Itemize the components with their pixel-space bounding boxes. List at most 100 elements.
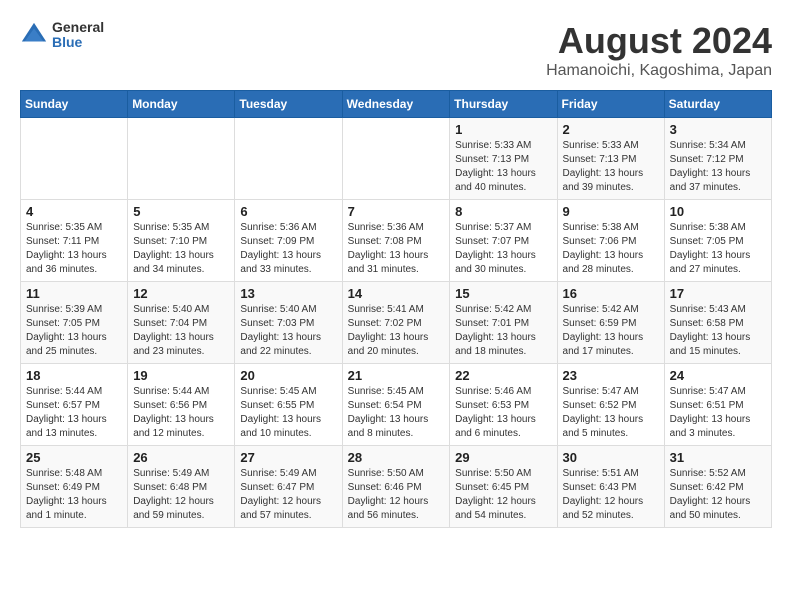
- day-number: 3: [670, 122, 766, 137]
- day-info: Sunrise: 5:36 AM Sunset: 7:09 PM Dayligh…: [240, 221, 336, 277]
- day-number: 15: [455, 286, 551, 301]
- calendar-cell: 11 Sunrise: 5:39 AM Sunset: 7:05 PM Dayli…: [21, 282, 128, 364]
- header-row: SundayMondayTuesdayWednesdayThursdayFrid…: [21, 91, 772, 118]
- day-info: Sunrise: 5:38 AM Sunset: 7:05 PM Dayligh…: [670, 221, 766, 277]
- logo-text: General Blue: [52, 20, 104, 51]
- day-number: 21: [348, 368, 445, 383]
- day-number: 23: [563, 368, 659, 383]
- day-header: Saturday: [664, 91, 771, 118]
- calendar-week: 4 Sunrise: 5:35 AM Sunset: 7:11 PM Daylig…: [21, 200, 772, 282]
- day-header: Thursday: [450, 91, 557, 118]
- day-number: 30: [563, 450, 659, 465]
- logo-general-text: General: [52, 20, 104, 35]
- calendar-cell: 26 Sunrise: 5:49 AM Sunset: 6:48 PM Dayli…: [128, 446, 235, 528]
- day-info: Sunrise: 5:43 AM Sunset: 6:58 PM Dayligh…: [670, 303, 766, 359]
- logo-blue-text: Blue: [52, 35, 104, 50]
- calendar-cell: 6Sunrise: 5:36 AM Sunset: 7:09 PM Daylig…: [235, 200, 342, 282]
- calendar-cell: 7 Sunrise: 5:36 AM Sunset: 7:08 PM Daylig…: [342, 200, 450, 282]
- calendar-cell: 8 Sunrise: 5:37 AM Sunset: 7:07 PM Daylig…: [450, 200, 557, 282]
- day-number: 2: [563, 122, 659, 137]
- calendar-cell: [128, 118, 235, 200]
- day-info: Sunrise: 5:37 AM Sunset: 7:07 PM Dayligh…: [455, 221, 551, 277]
- calendar-cell: 5 Sunrise: 5:35 AM Sunset: 7:10 PM Daylig…: [128, 200, 235, 282]
- day-info: Sunrise: 5:45 AM Sunset: 6:55 PM Dayligh…: [240, 385, 336, 441]
- day-number: 11: [26, 286, 122, 301]
- calendar-week: 1Sunrise: 5:33 AM Sunset: 7:13 PM Daylig…: [21, 118, 772, 200]
- calendar-cell: 19Sunrise: 5:44 AM Sunset: 6:56 PM Dayli…: [128, 364, 235, 446]
- day-number: 31: [670, 450, 766, 465]
- calendar-cell: 22 Sunrise: 5:46 AM Sunset: 6:53 PM Dayli…: [450, 364, 557, 446]
- calendar-header: SundayMondayTuesdayWednesdayThursdayFrid…: [21, 91, 772, 118]
- calendar-cell: 12 Sunrise: 5:40 AM Sunset: 7:04 PM Dayli…: [128, 282, 235, 364]
- page-header: General Blue August 2024 Hamanoichi, Kag…: [20, 20, 772, 80]
- calendar-cell: 20 Sunrise: 5:45 AM Sunset: 6:55 PM Dayli…: [235, 364, 342, 446]
- day-info: Sunrise: 5:50 AM Sunset: 6:45 PM Dayligh…: [455, 467, 551, 523]
- day-info: Sunrise: 5:49 AM Sunset: 6:47 PM Dayligh…: [240, 467, 336, 523]
- day-info: Sunrise: 5:33 AM Sunset: 7:13 PM Dayligh…: [455, 139, 551, 195]
- day-number: 12: [133, 286, 229, 301]
- day-info: Sunrise: 5:39 AM Sunset: 7:05 PM Dayligh…: [26, 303, 122, 359]
- day-number: 4: [26, 204, 122, 219]
- calendar-cell: 24Sunrise: 5:47 AM Sunset: 6:51 PM Dayli…: [664, 364, 771, 446]
- calendar-body: 1Sunrise: 5:33 AM Sunset: 7:13 PM Daylig…: [21, 118, 772, 528]
- day-number: 22: [455, 368, 551, 383]
- day-number: 26: [133, 450, 229, 465]
- calendar-cell: 25 Sunrise: 5:48 AM Sunset: 6:49 PM Dayli…: [21, 446, 128, 528]
- calendar-cell: 29Sunrise: 5:50 AM Sunset: 6:45 PM Dayli…: [450, 446, 557, 528]
- calendar-cell: 16 Sunrise: 5:42 AM Sunset: 6:59 PM Dayli…: [557, 282, 664, 364]
- calendar-cell: 13Sunrise: 5:40 AM Sunset: 7:03 PM Dayli…: [235, 282, 342, 364]
- day-number: 28: [348, 450, 445, 465]
- day-info: Sunrise: 5:50 AM Sunset: 6:46 PM Dayligh…: [348, 467, 445, 523]
- calendar-cell: 30Sunrise: 5:51 AM Sunset: 6:43 PM Dayli…: [557, 446, 664, 528]
- day-info: Sunrise: 5:38 AM Sunset: 7:06 PM Dayligh…: [563, 221, 659, 277]
- day-number: 8: [455, 204, 551, 219]
- calendar-week: 18Sunrise: 5:44 AM Sunset: 6:57 PM Dayli…: [21, 364, 772, 446]
- day-info: Sunrise: 5:49 AM Sunset: 6:48 PM Dayligh…: [133, 467, 229, 523]
- calendar-cell: [21, 118, 128, 200]
- calendar-cell: 27 Sunrise: 5:49 AM Sunset: 6:47 PM Dayli…: [235, 446, 342, 528]
- calendar-cell: 23 Sunrise: 5:47 AM Sunset: 6:52 PM Dayli…: [557, 364, 664, 446]
- day-number: 27: [240, 450, 336, 465]
- logo: General Blue: [20, 20, 104, 51]
- calendar-cell: 17Sunrise: 5:43 AM Sunset: 6:58 PM Dayli…: [664, 282, 771, 364]
- day-info: Sunrise: 5:42 AM Sunset: 6:59 PM Dayligh…: [563, 303, 659, 359]
- calendar-cell: 21 Sunrise: 5:45 AM Sunset: 6:54 PM Dayli…: [342, 364, 450, 446]
- day-header: Tuesday: [235, 91, 342, 118]
- day-number: 7: [348, 204, 445, 219]
- calendar-cell: 2 Sunrise: 5:33 AM Sunset: 7:13 PM Daylig…: [557, 118, 664, 200]
- day-number: 18: [26, 368, 122, 383]
- calendar-cell: 1Sunrise: 5:33 AM Sunset: 7:13 PM Daylig…: [450, 118, 557, 200]
- calendar-cell: 14Sunrise: 5:41 AM Sunset: 7:02 PM Dayli…: [342, 282, 450, 364]
- day-number: 9: [563, 204, 659, 219]
- day-info: Sunrise: 5:48 AM Sunset: 6:49 PM Dayligh…: [26, 467, 122, 523]
- day-info: Sunrise: 5:46 AM Sunset: 6:53 PM Dayligh…: [455, 385, 551, 441]
- calendar-week: 11 Sunrise: 5:39 AM Sunset: 7:05 PM Dayli…: [21, 282, 772, 364]
- day-info: Sunrise: 5:47 AM Sunset: 6:52 PM Dayligh…: [563, 385, 659, 441]
- day-info: Sunrise: 5:42 AM Sunset: 7:01 PM Dayligh…: [455, 303, 551, 359]
- day-number: 14: [348, 286, 445, 301]
- day-info: Sunrise: 5:52 AM Sunset: 6:42 PM Dayligh…: [670, 467, 766, 523]
- day-info: Sunrise: 5:35 AM Sunset: 7:10 PM Dayligh…: [133, 221, 229, 277]
- day-info: Sunrise: 5:40 AM Sunset: 7:04 PM Dayligh…: [133, 303, 229, 359]
- day-info: Sunrise: 5:35 AM Sunset: 7:11 PM Dayligh…: [26, 221, 122, 277]
- day-number: 16: [563, 286, 659, 301]
- calendar-cell: 4 Sunrise: 5:35 AM Sunset: 7:11 PM Daylig…: [21, 200, 128, 282]
- day-number: 13: [240, 286, 336, 301]
- calendar-cell: [235, 118, 342, 200]
- month-title: August 2024: [546, 20, 772, 62]
- calendar-cell: [342, 118, 450, 200]
- day-number: 25: [26, 450, 122, 465]
- day-info: Sunrise: 5:33 AM Sunset: 7:13 PM Dayligh…: [563, 139, 659, 195]
- day-info: Sunrise: 5:36 AM Sunset: 7:08 PM Dayligh…: [348, 221, 445, 277]
- logo-icon: [20, 21, 48, 49]
- calendar-cell: 28 Sunrise: 5:50 AM Sunset: 6:46 PM Dayli…: [342, 446, 450, 528]
- calendar-cell: 18Sunrise: 5:44 AM Sunset: 6:57 PM Dayli…: [21, 364, 128, 446]
- day-number: 5: [133, 204, 229, 219]
- day-number: 24: [670, 368, 766, 383]
- day-info: Sunrise: 5:34 AM Sunset: 7:12 PM Dayligh…: [670, 139, 766, 195]
- day-number: 20: [240, 368, 336, 383]
- calendar-cell: 31 Sunrise: 5:52 AM Sunset: 6:42 PM Dayli…: [664, 446, 771, 528]
- day-info: Sunrise: 5:45 AM Sunset: 6:54 PM Dayligh…: [348, 385, 445, 441]
- location: Hamanoichi, Kagoshima, Japan: [546, 62, 772, 80]
- day-number: 10: [670, 204, 766, 219]
